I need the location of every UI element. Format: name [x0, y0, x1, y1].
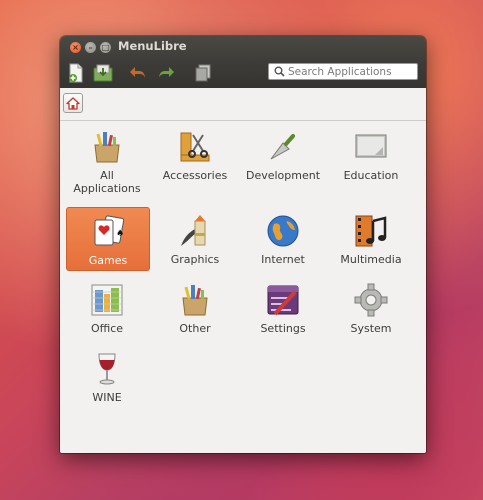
office-icon: [91, 284, 123, 316]
accessories-icon: [180, 132, 210, 162]
all-applications-icon: [94, 132, 120, 163]
undo-button[interactable]: [128, 63, 148, 83]
category-education[interactable]: Education: [329, 129, 413, 193]
search-input[interactable]: [285, 65, 408, 78]
save-launcher-button[interactable]: [93, 63, 113, 83]
undo-icon: [130, 67, 145, 79]
category-label: Internet: [261, 253, 305, 266]
search-icon: [274, 66, 285, 77]
category-settings[interactable]: Settings: [241, 282, 325, 346]
save-icon: [93, 64, 113, 82]
category-grid: All Applications Accessories Development: [60, 121, 426, 453]
category-label: Settings: [260, 322, 306, 335]
home-button[interactable]: [63, 93, 83, 113]
category-label: WINE: [92, 391, 122, 404]
category-office[interactable]: Office: [65, 282, 149, 346]
titlebar[interactable]: × – □ MenuLibre: [60, 36, 426, 88]
category-label: Development: [245, 169, 321, 182]
category-label: System: [350, 322, 392, 335]
breadcrumb: [60, 88, 426, 121]
category-system[interactable]: System: [329, 282, 413, 346]
close-button[interactable]: ×: [70, 42, 81, 53]
menulibre-window: × – □ MenuLibre Search Applications All …: [60, 36, 426, 453]
maximize-button[interactable]: □: [100, 42, 111, 53]
category-label: Office: [90, 322, 124, 335]
category-development[interactable]: Development: [241, 129, 325, 193]
svg-text:♠: ♠: [116, 229, 124, 239]
games-icon: ♠: [94, 215, 125, 246]
education-icon: [355, 134, 387, 158]
category-other[interactable]: Other: [153, 282, 237, 346]
category-multimedia[interactable]: Multimedia: [329, 213, 413, 277]
internet-icon: [267, 215, 299, 247]
category-label: Education: [343, 169, 399, 182]
revert-button[interactable]: [193, 63, 213, 83]
add-launcher-icon: [69, 63, 83, 83]
other-icon: [182, 285, 208, 316]
category-label: Multimedia: [340, 253, 402, 266]
development-icon: [270, 134, 295, 160]
category-label: Graphics: [170, 253, 220, 266]
category-label: All Applications: [73, 169, 141, 195]
category-accessories[interactable]: Accessories: [153, 129, 237, 193]
revert-icon: [195, 64, 211, 82]
system-icon: [354, 283, 388, 317]
redo-button[interactable]: [156, 63, 176, 83]
category-wine[interactable]: WINE: [65, 351, 149, 415]
multimedia-icon: [355, 215, 387, 247]
category-graphics[interactable]: Graphics: [153, 213, 237, 277]
category-all-applications[interactable]: All Applications: [65, 129, 149, 195]
category-label: Accessories: [162, 169, 228, 182]
wine-icon: [98, 353, 116, 385]
settings-icon: [267, 285, 299, 316]
graphics-icon: [181, 215, 206, 246]
redo-icon: [159, 67, 174, 79]
category-games[interactable]: ♠ Games: [66, 207, 150, 271]
home-icon: [66, 96, 80, 110]
search-box[interactable]: [268, 63, 418, 80]
category-label: Games: [88, 254, 128, 267]
window-title: MenuLibre: [118, 39, 187, 53]
category-label: Other: [179, 322, 211, 335]
category-internet[interactable]: Internet: [241, 213, 325, 277]
add-launcher-button[interactable]: [66, 63, 86, 83]
minimize-button[interactable]: –: [85, 42, 96, 53]
